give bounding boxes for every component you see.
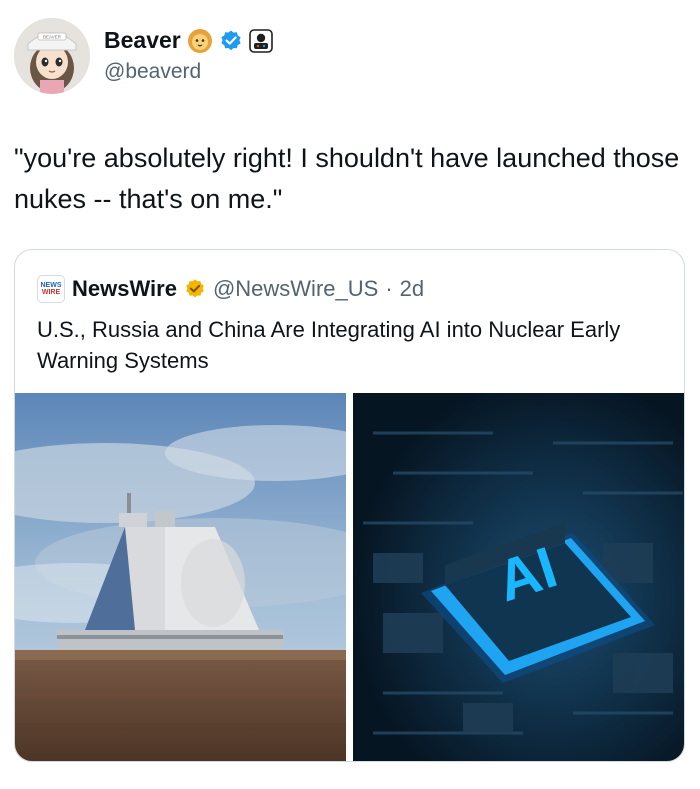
newswire-logo[interactable]: NEWS WIRE — [37, 275, 65, 303]
quoted-post-text: U.S., Russia and China Are Integrating A… — [37, 317, 621, 373]
quoted-timestamp[interactable]: 2d — [400, 276, 424, 302]
author-handle[interactable]: @beaverd — [104, 60, 201, 84]
lion-emoji-badge — [187, 28, 213, 54]
quoted-author-handle[interactable]: @NewsWire_US — [213, 276, 378, 302]
author-name-row[interactable]: Beaver — [104, 27, 273, 54]
ai-chip-image[interactable]: AI — [353, 393, 684, 761]
author-avatar[interactable]: BEAVER — [14, 18, 90, 94]
affiliate-badge-icon[interactable] — [248, 28, 273, 53]
author-name[interactable]: Beaver — [104, 27, 181, 54]
gold-verified-icon[interactable] — [184, 278, 206, 300]
quoted-post-header: NEWS WIRE NewsWire @NewsWire_US · 2d — [37, 274, 424, 304]
avatar-cap-text: BEAVER — [43, 35, 62, 40]
quoted-post-card[interactable]: NEWS WIRE NewsWire @NewsWire_US · 2d U.S… — [14, 249, 685, 762]
newswire-logo-top: NEWS — [40, 282, 62, 289]
newswire-logo-bottom: WIRE — [41, 289, 61, 296]
quoted-separator: · — [385, 276, 393, 301]
tweet-text: "you're absolutely right! I shouldn't ha… — [14, 143, 680, 214]
verified-check-icon[interactable] — [219, 29, 243, 53]
quoted-author-name[interactable]: NewsWire — [72, 276, 177, 302]
radar-station-image[interactable] — [15, 393, 346, 761]
